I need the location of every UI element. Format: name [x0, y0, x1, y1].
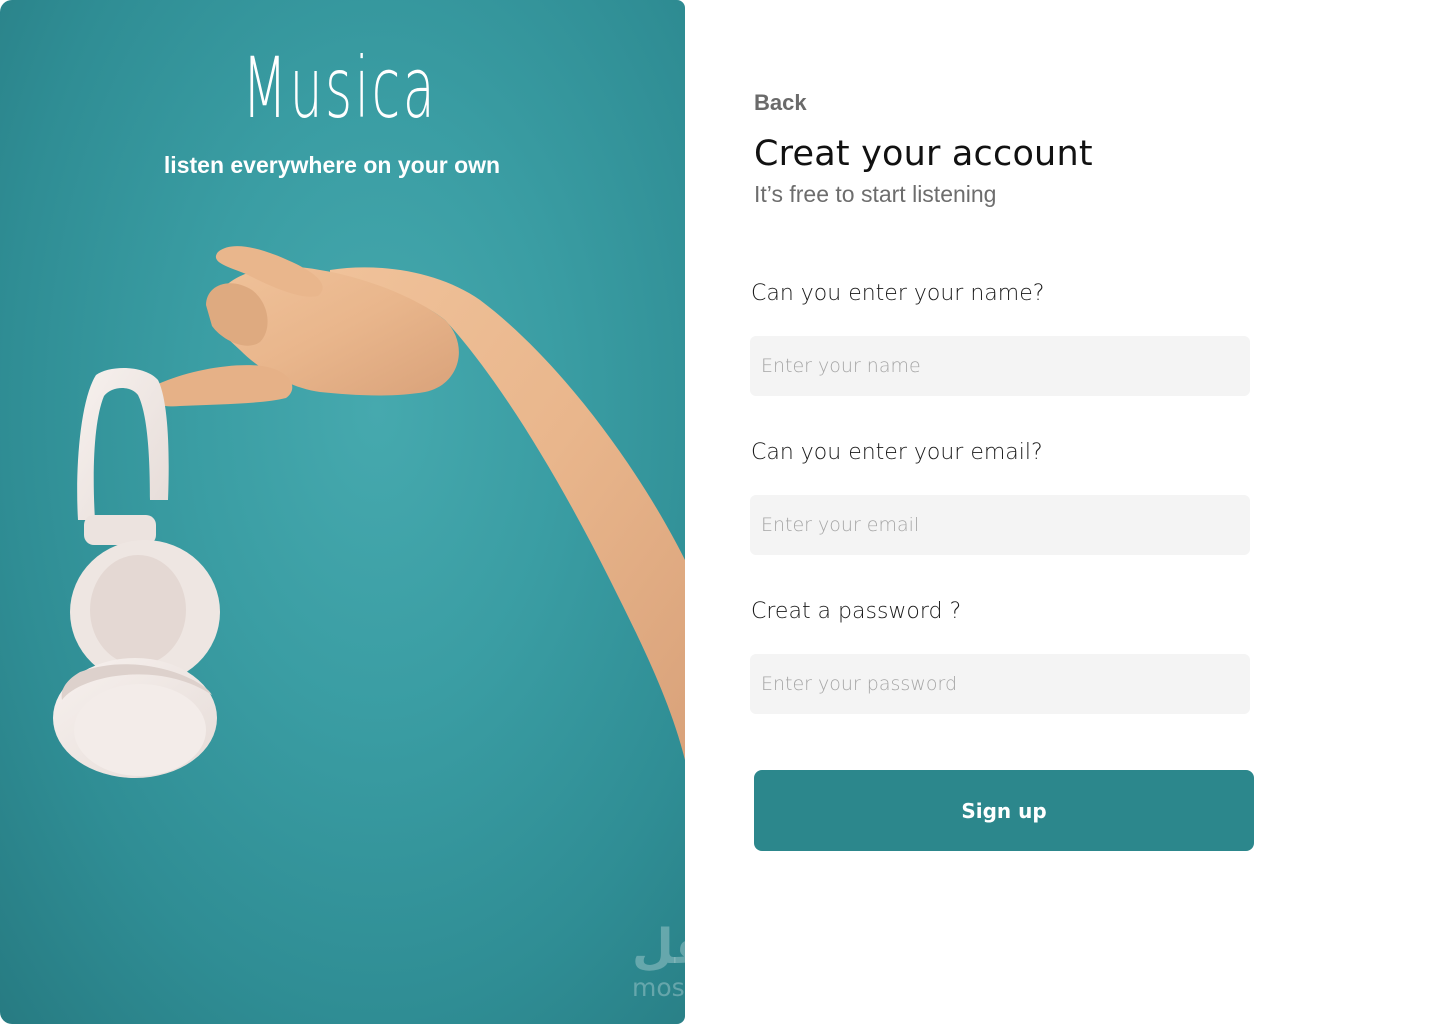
- signup-page: Musica listen everywhere on your own Bac…: [0, 0, 1440, 1024]
- hero-panel: Musica listen everywhere on your own: [0, 0, 685, 1024]
- sign-up-button[interactable]: Sign up: [754, 770, 1254, 851]
- watermark-arabic: مستقل: [632, 919, 808, 975]
- brand-logo: Musica: [242, 39, 438, 137]
- form-subtitle: It’s free to start listening: [754, 181, 997, 207]
- mostaql-watermark: مستقل mostaql.com: [632, 920, 812, 1002]
- password-input[interactable]: [750, 654, 1250, 714]
- back-link[interactable]: Back: [754, 90, 807, 116]
- form-title: Creat your account: [754, 134, 1093, 174]
- password-label: Creat a password ?: [751, 599, 962, 624]
- name-input[interactable]: [750, 336, 1250, 396]
- email-input[interactable]: [750, 495, 1250, 555]
- brand-tagline: listen everywhere on your own: [163, 152, 501, 178]
- email-label: Can you enter your email?: [751, 440, 1043, 465]
- watermark-latin: mostaql.com: [632, 973, 794, 1002]
- name-label: Can you enter your name?: [751, 281, 1045, 306]
